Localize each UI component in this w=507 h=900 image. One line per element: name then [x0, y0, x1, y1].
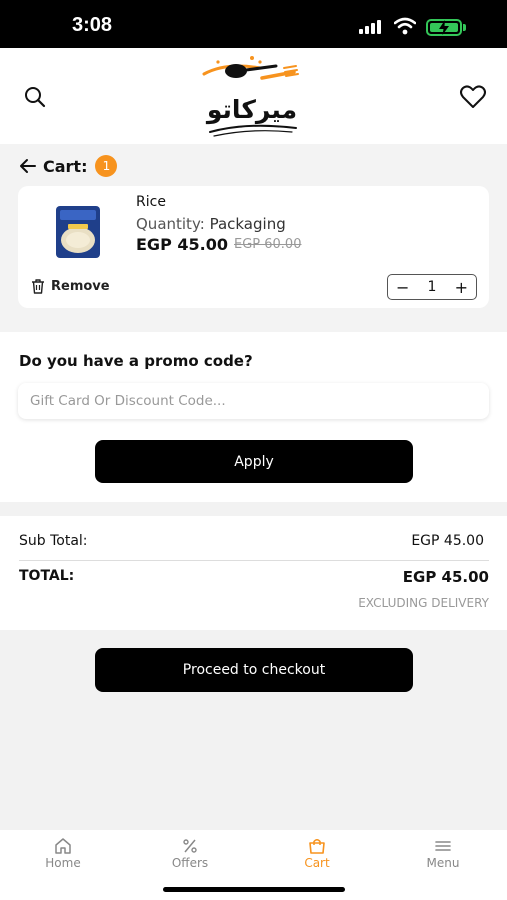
menu-icon	[435, 841, 451, 851]
nav-offers-label: Offers	[171, 856, 209, 870]
order-summary: Sub Total: EGP 45.00 TOTAL: EGP 45.00 EX…	[0, 516, 507, 630]
nav-menu[interactable]: Menu	[398, 838, 488, 870]
brand-logo: ميركاتو	[196, 52, 308, 140]
cart-count-badge: 1	[95, 155, 118, 177]
heart-icon[interactable]	[459, 84, 487, 110]
nav-home[interactable]: Home	[18, 838, 108, 870]
trash-icon	[32, 279, 44, 294]
promo-section: Do you have a promo code? Apply	[0, 332, 507, 502]
nav-home-label: Home	[45, 856, 81, 870]
signal-icon	[359, 20, 383, 34]
remove-label: Remove	[51, 279, 110, 294]
quantity-stepper: − 1 +	[387, 274, 477, 300]
cart-item: Rice Quantity: Packaging EGP 45.00 EGP 6…	[18, 186, 489, 308]
subtotal-label: Sub Total:	[19, 533, 88, 549]
subtotal-value: EGP 45.00	[411, 533, 484, 549]
quantity-count: 1	[427, 279, 437, 295]
total-label: TOTAL:	[19, 568, 75, 584]
cart-heading: Cart: 1	[19, 154, 118, 178]
product-old-price: EGP 60.00	[234, 237, 302, 252]
checkout-button[interactable]: Proceed to checkout	[95, 648, 413, 692]
status-time: 3:08	[72, 14, 113, 36]
cart-section: Cart: 1 Rice Quantity: Packaging EGP 45.…	[0, 144, 507, 332]
cart-title: Cart:	[43, 156, 88, 176]
nav-menu-label: Menu	[426, 856, 460, 870]
apply-button[interactable]: Apply	[95, 440, 413, 483]
nav-cart[interactable]: Cart	[272, 838, 362, 870]
wifi-icon	[394, 17, 416, 35]
bottom-nav: Home Offers Cart Menu	[0, 830, 507, 900]
total-value: EGP 45.00	[402, 568, 489, 586]
quantity-value: Packaging	[209, 215, 286, 233]
home-indicator	[163, 887, 345, 892]
remove-button[interactable]: Remove	[31, 279, 110, 294]
quantity-label: Quantity:	[136, 215, 205, 233]
product-price: EGP 45.00	[136, 235, 228, 254]
divider	[19, 560, 489, 561]
product-name: Rice	[136, 194, 166, 210]
app-header: ميركاتو	[0, 48, 507, 144]
delivery-note: EXCLUDING DELIVERY	[358, 596, 489, 610]
home-icon	[55, 838, 71, 854]
percent-icon	[183, 839, 197, 853]
logo-text: ميركاتو	[205, 95, 297, 125]
product-image[interactable]	[54, 204, 102, 260]
product-quantity: Quantity: Packaging	[136, 215, 286, 233]
promo-code-input[interactable]	[18, 383, 489, 419]
status-bar: 3:08	[0, 0, 507, 48]
back-arrow-icon[interactable]	[19, 157, 37, 175]
nav-cart-label: Cart	[304, 856, 330, 870]
nav-offers[interactable]: Offers	[145, 838, 235, 870]
charging-bolt-icon	[439, 20, 449, 35]
promo-title: Do you have a promo code?	[19, 352, 253, 370]
search-icon[interactable]	[22, 84, 48, 110]
shopping-bag-icon	[309, 839, 325, 854]
decrement-button[interactable]: −	[396, 278, 409, 297]
increment-button[interactable]: +	[455, 278, 468, 297]
